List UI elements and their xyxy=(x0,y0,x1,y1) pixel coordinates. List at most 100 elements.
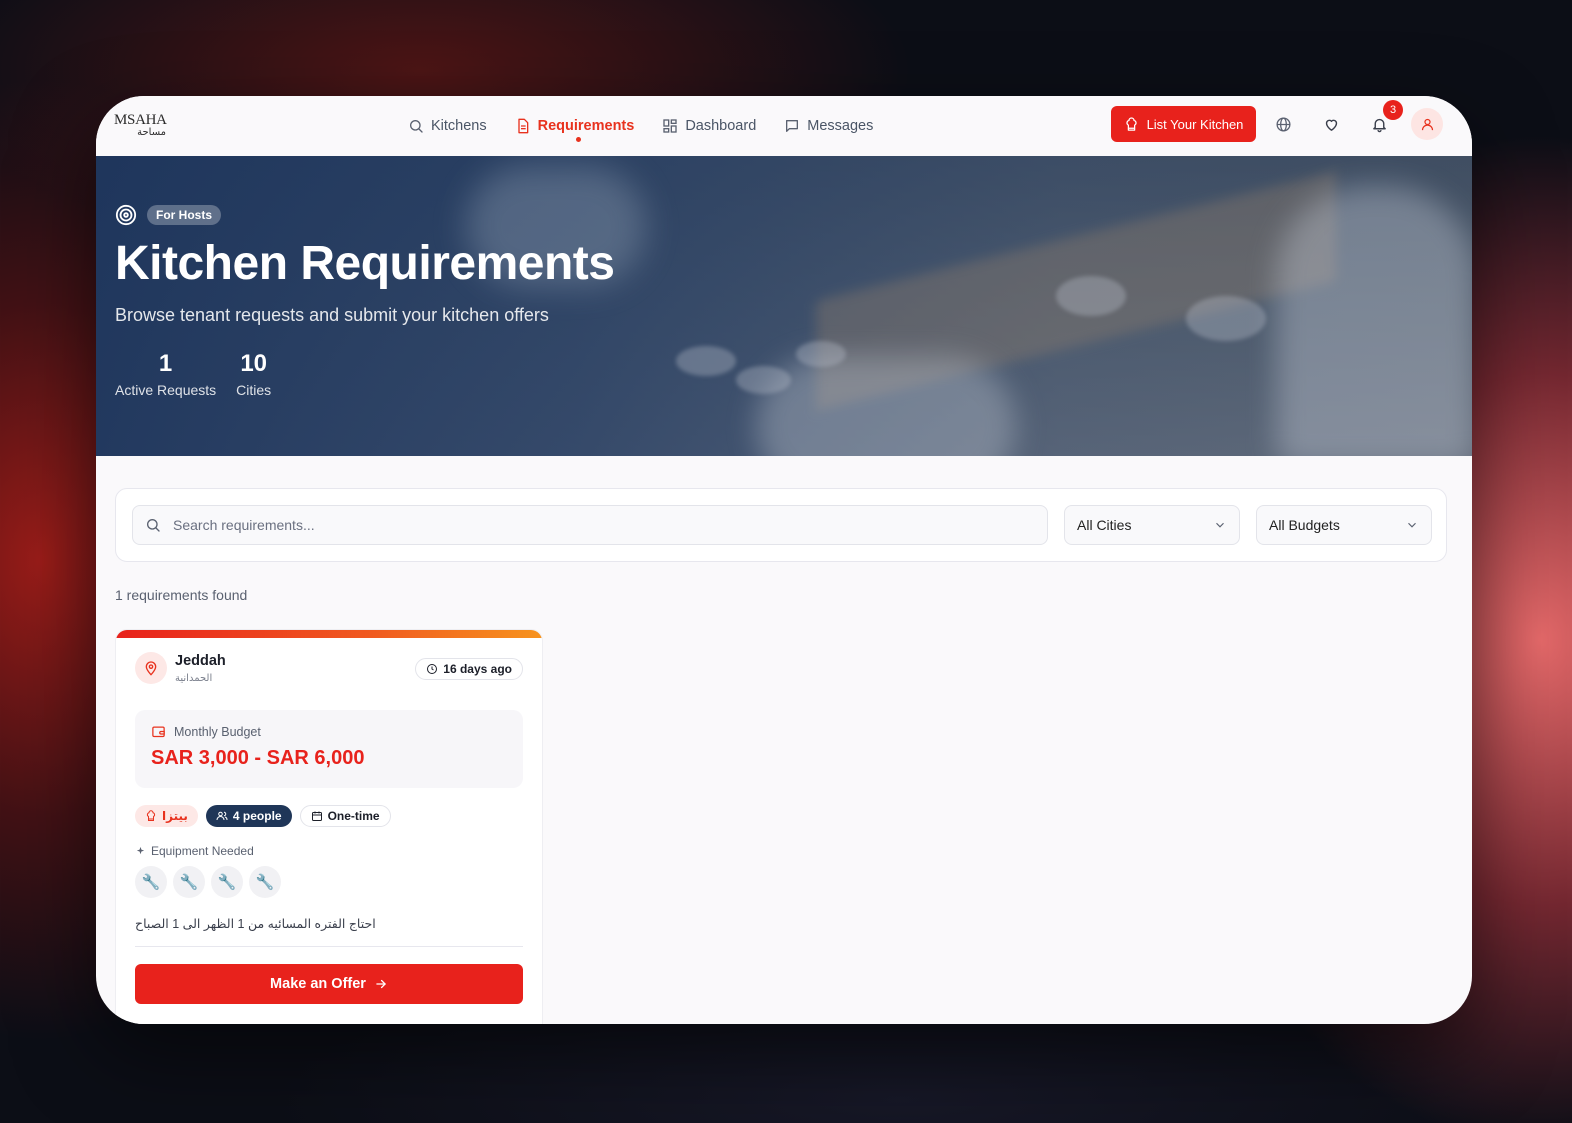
hero-photo-chef-2 xyxy=(756,356,1016,456)
hero-content: For Hosts Kitchen Requirements Browse te… xyxy=(115,204,615,398)
filter-bar: All Cities All Budgets xyxy=(115,488,1447,562)
hero-banner: For Hosts Kitchen Requirements Browse te… xyxy=(96,156,1472,456)
nav-links: Kitchens Requirements Dashboard Messages xyxy=(408,96,873,156)
budget-select[interactable]: All Budgets xyxy=(1256,505,1432,545)
pin-badge xyxy=(135,652,167,684)
hero-photo-bowl xyxy=(796,341,846,367)
nav-requirements[interactable]: Requirements xyxy=(515,96,635,156)
results-count: 1 requirements found xyxy=(115,587,248,603)
wrench-icon: 🔧 xyxy=(135,866,167,898)
wrench-icon: 🔧 xyxy=(249,866,281,898)
nav-kitchens[interactable]: Kitchens xyxy=(408,96,487,156)
posted-time-badge: 16 days ago xyxy=(415,658,523,680)
chef-hat-icon xyxy=(146,810,156,821)
card-city: Jeddah xyxy=(175,652,226,669)
document-icon xyxy=(517,118,528,134)
grid-icon xyxy=(663,119,677,133)
hero-stats: 1 Active Requests 10 Cities xyxy=(115,350,614,398)
page-title: Kitchen Requirements xyxy=(115,237,615,290)
logo-en: MSAHA xyxy=(114,112,167,128)
search-box xyxy=(132,505,1048,545)
make-offer-button[interactable]: Make an Offer xyxy=(135,964,523,1004)
user-avatar[interactable] xyxy=(1411,108,1443,140)
cuisine-label: بيتزا xyxy=(162,809,188,823)
equipment-label-row: Equipment Needed xyxy=(135,844,254,858)
notification-badge: 3 xyxy=(1383,100,1403,120)
budget-select-value: All Budgets xyxy=(1269,517,1340,533)
budget-box: Monthly Budget SAR 3,000 - SAR 6,000 xyxy=(135,710,523,788)
favorites-button[interactable] xyxy=(1315,108,1347,140)
sparkles-icon xyxy=(136,846,145,854)
requirement-card[interactable]: Jeddah الحمدانية 16 days ago Monthly Bud… xyxy=(115,629,543,1024)
logo[interactable]: MSAHA مساحة xyxy=(114,106,172,146)
search-icon xyxy=(410,120,423,133)
hero-tag-row: For Hosts xyxy=(115,204,614,226)
target-icon xyxy=(115,204,137,226)
city-select[interactable]: All Cities xyxy=(1064,505,1240,545)
active-indicator xyxy=(576,137,582,142)
chevron-down-icon xyxy=(1408,522,1416,528)
budget-value: SAR 3,000 - SAR 6,000 xyxy=(151,747,365,769)
heart-icon xyxy=(1325,119,1337,131)
equipment-label: Equipment Needed xyxy=(151,844,254,858)
stat-value: 10 xyxy=(240,350,268,377)
language-button[interactable] xyxy=(1267,108,1299,140)
app-window: MSAHA مساحة Kitchens Requirements Dashbo… xyxy=(96,96,1472,1024)
card-location: Jeddah الحمدانية xyxy=(135,652,226,684)
requirement-note: احتاج الفتره المسائيه من 1 الظهر الى 1 ا… xyxy=(135,917,376,931)
stat-active-requests: 1 Active Requests xyxy=(115,350,216,398)
hero-photo-chef xyxy=(1276,186,1472,456)
equipment-list: 🔧 🔧 🔧 🔧 xyxy=(135,866,281,898)
nav-dashboard-label: Dashboard xyxy=(685,118,757,134)
nav-messages[interactable]: Messages xyxy=(784,96,873,156)
stat-label: Active Requests xyxy=(115,382,217,398)
card-tags: بيتزا 4 people One-time xyxy=(135,805,391,827)
nav-kitchens-label: Kitchens xyxy=(431,118,487,134)
wrench-icon: 🔧 xyxy=(173,866,205,898)
logo-ar: مساحة xyxy=(137,127,166,138)
nav-dashboard[interactable]: Dashboard xyxy=(662,96,756,156)
clock-icon xyxy=(427,664,438,674)
hero-photo-bowl xyxy=(736,366,791,394)
people-tag: 4 people xyxy=(205,805,292,827)
list-your-kitchen-label: List Your Kitchen xyxy=(1146,116,1244,132)
search-icon xyxy=(147,519,160,532)
chat-icon xyxy=(786,120,799,132)
card-district: الحمدانية xyxy=(175,672,213,684)
frequency-label: One-time xyxy=(327,809,380,823)
chevron-down-icon xyxy=(1216,522,1224,528)
wallet-icon xyxy=(152,726,165,738)
nav-messages-label: Messages xyxy=(807,118,874,134)
hero-photo-bowl xyxy=(676,346,736,376)
cuisine-tag: بيتزا xyxy=(135,805,198,827)
city-select-value: All Cities xyxy=(1077,517,1132,533)
posted-time: 16 days ago xyxy=(443,662,512,676)
list-your-kitchen-button[interactable]: List Your Kitchen xyxy=(1111,106,1256,142)
stat-label: Cities xyxy=(236,382,272,398)
stat-cities: 10 Cities xyxy=(236,350,271,398)
stat-value: 1 xyxy=(158,350,173,377)
card-divider xyxy=(135,946,523,947)
frequency-tag: One-time xyxy=(299,805,391,827)
calendar-icon xyxy=(311,811,322,821)
people-label: 4 people xyxy=(232,809,282,823)
users-icon xyxy=(216,811,228,821)
globe-icon xyxy=(1275,116,1291,132)
bell-icon xyxy=(1372,118,1386,132)
card-accent-stripe xyxy=(116,630,542,638)
search-input[interactable] xyxy=(173,517,1033,533)
make-offer-label: Make an Offer xyxy=(270,976,366,992)
user-icon xyxy=(1421,118,1433,130)
top-nav: MSAHA مساحة Kitchens Requirements Dashbo… xyxy=(96,96,1472,156)
hero-photo-pot xyxy=(1186,296,1266,341)
wrench-icon: 🔧 xyxy=(211,866,243,898)
budget-label: Monthly Budget xyxy=(174,724,261,739)
chef-hat-icon xyxy=(1125,116,1137,131)
nav-requirements-label: Requirements xyxy=(537,118,635,134)
map-pin-icon xyxy=(145,661,157,676)
hero-tag: For Hosts xyxy=(147,205,222,225)
page-subtitle: Browse tenant requests and submit your k… xyxy=(115,305,549,325)
arrow-right-icon xyxy=(376,979,386,989)
hero-photo-pot xyxy=(1056,276,1126,316)
budget-label-row: Monthly Budget xyxy=(151,724,507,739)
